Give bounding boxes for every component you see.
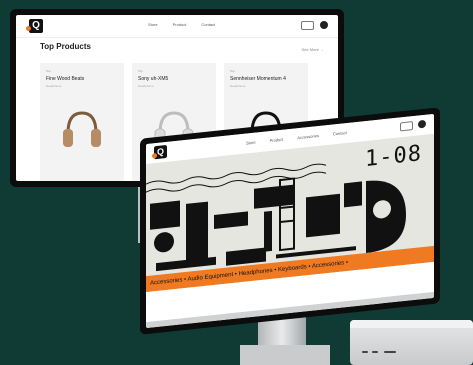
usb-port xyxy=(372,351,378,353)
mac-mini-top xyxy=(350,320,473,328)
front-nav-links: Store Product Accessories Contact xyxy=(246,130,347,146)
product-name: Fine Wood Beats xyxy=(46,76,85,82)
product-name: Sennheiser Momentum 4 xyxy=(230,76,286,82)
mac-mini xyxy=(350,320,473,365)
product-category: Headphone xyxy=(138,84,154,88)
front-monitor-screen: Q Store Product Accessories Contact 1-08… xyxy=(146,113,434,329)
headphone-image xyxy=(63,111,101,147)
product-name: Sony uh-XM5 xyxy=(138,76,169,82)
product-tag: Top xyxy=(46,69,51,73)
cart-icon[interactable] xyxy=(301,21,314,30)
back-nav-links: Store Product Contact xyxy=(148,22,215,27)
product-category: Headphone xyxy=(230,84,246,88)
product-category: Headphone xyxy=(46,84,62,88)
nav-link-product[interactable]: Product xyxy=(270,137,284,143)
see-more-link[interactable]: See More → xyxy=(302,47,324,52)
nav-link-product[interactable]: Product xyxy=(173,22,187,27)
usb-port xyxy=(362,351,368,353)
section-title: Top Products xyxy=(40,42,91,51)
brand-logo[interactable]: Q xyxy=(26,19,43,33)
user-icon[interactable] xyxy=(320,21,328,29)
front-monitor: Q Store Product Accessories Contact 1-08… xyxy=(140,107,440,335)
user-icon[interactable] xyxy=(418,119,426,129)
front-nav-icons xyxy=(400,119,426,132)
product-card[interactable]: Top Fine Wood Beats Headphone xyxy=(40,63,124,181)
product-tag: Top xyxy=(138,69,143,73)
scene: Q Store Product Contact Top Products See… xyxy=(0,0,473,365)
back-site-nav: Q Store Product Contact xyxy=(16,15,338,38)
back-nav-icons xyxy=(301,21,328,30)
cart-icon[interactable] xyxy=(400,121,413,132)
front-monitor-base xyxy=(240,345,330,365)
nav-link-store[interactable]: Store xyxy=(246,140,256,146)
brand-logo[interactable]: Q xyxy=(152,144,167,160)
nav-link-contact[interactable]: Contact xyxy=(201,22,215,27)
nav-link-store[interactable]: Store xyxy=(148,22,158,27)
headphone-port xyxy=(384,351,396,353)
nav-link-accessories[interactable]: Accessories xyxy=(297,133,319,140)
nav-link-contact[interactable]: Contact xyxy=(333,130,347,136)
product-tag: Top xyxy=(230,69,235,73)
